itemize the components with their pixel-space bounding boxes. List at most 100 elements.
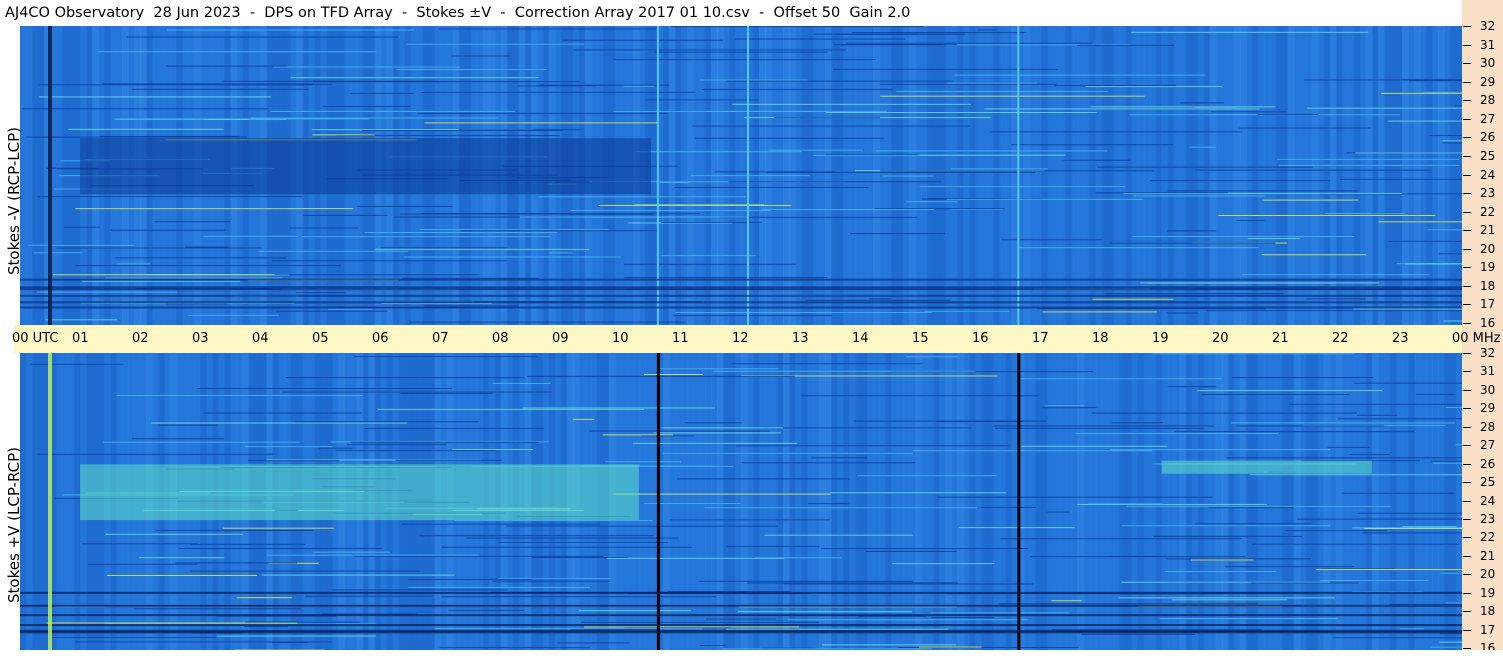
texture-streak (1279, 164, 1460, 166)
texture-streak (190, 543, 306, 545)
frequency-tick-label: 19 (1480, 260, 1496, 275)
texture-streak (930, 617, 995, 619)
texture-streak (1324, 212, 1405, 214)
texture-streak (1085, 86, 1223, 88)
texture-streak (924, 310, 1010, 312)
texture-streak (82, 280, 241, 282)
texture-streak (532, 556, 629, 558)
texture-streak (346, 444, 447, 446)
texture-streak (33, 252, 83, 254)
texture-streak (30, 363, 124, 365)
texture-streak (1196, 390, 1383, 392)
time-tick-label: 10 (612, 331, 629, 346)
texture-streak (203, 235, 299, 237)
texture-streak (1047, 511, 1070, 513)
texture-streak (905, 201, 958, 203)
texture-streak (116, 395, 363, 397)
texture-streak (1440, 633, 1462, 635)
texture-streak (440, 596, 716, 598)
texture-streak (821, 644, 957, 646)
texture-streak (290, 77, 539, 79)
frequency-tick-mark (1463, 81, 1471, 83)
texture-streak (222, 527, 334, 529)
texture-streak (1231, 422, 1456, 424)
texture-streak (38, 96, 272, 98)
texture-streak (1167, 386, 1217, 388)
texture-streak (699, 645, 726, 647)
texture-streak (1110, 449, 1330, 451)
frequency-tick-label: 19 (1480, 585, 1496, 600)
frequency-tick-mark (1463, 26, 1471, 27)
texture-streak (874, 208, 1005, 210)
frequency-tick-mark (1463, 248, 1471, 250)
texture-streak (151, 422, 408, 424)
texture-streak (1088, 503, 1164, 505)
texture-streak (1402, 526, 1457, 528)
texture-streak (783, 583, 1034, 585)
texture-streak (879, 83, 1057, 85)
texture-streak (37, 453, 273, 455)
texture-streak (644, 373, 703, 375)
frequency-tick-label: 23 (1480, 511, 1496, 526)
time-tick-label: 16 (972, 331, 989, 346)
texture-streak (768, 149, 863, 151)
texture-streak (36, 291, 177, 293)
frequency-tick-label: 17 (1480, 622, 1496, 637)
texture-streak (39, 84, 313, 86)
texture-streak (832, 68, 1058, 70)
frequency-tick-label: 18 (1480, 604, 1496, 619)
texture-streak (1399, 628, 1424, 630)
texture-streak (1235, 425, 1385, 427)
texture-streak (1133, 195, 1265, 197)
texture-streak (1118, 597, 1335, 599)
texture-streak (808, 503, 849, 505)
texture-streak (1247, 238, 1300, 240)
texture-streak (1262, 199, 1359, 201)
texture-streak (365, 427, 544, 429)
texture-streak (612, 493, 831, 495)
frequency-tick-mark (1463, 611, 1471, 613)
texture-streak (1431, 460, 1462, 462)
dark-horizontal-line (20, 614, 1462, 617)
texture-streak (166, 29, 415, 31)
texture-streak (285, 377, 525, 379)
texture-streak (1131, 31, 1369, 33)
texture-streak (461, 230, 657, 232)
texture-streak (1320, 580, 1429, 582)
texture-streak (882, 175, 934, 177)
spectrogram-top-plot (20, 26, 1462, 325)
frequency-tick-mark (1463, 574, 1471, 576)
texture-streak (1429, 135, 1462, 137)
texture-streak (332, 589, 508, 591)
texture-streak (880, 95, 1145, 97)
texture-streak (774, 117, 881, 119)
texture-streak (271, 260, 508, 262)
frequency-tick-mark (1463, 389, 1471, 391)
texture-streak (1400, 79, 1462, 81)
texture-streak (312, 134, 375, 136)
texture-streak (105, 533, 244, 535)
texture-streak (811, 457, 868, 459)
texture-streak (624, 277, 828, 279)
texture-streak (875, 150, 1108, 152)
texture-streak (522, 407, 716, 409)
texture-streak (841, 44, 943, 46)
frequency-tick-mark (1463, 193, 1471, 195)
texture-streak (1090, 106, 1276, 108)
texture-streak (289, 227, 358, 229)
texture-streak (654, 51, 828, 53)
texture-streak (154, 221, 231, 223)
texture-streak (439, 28, 657, 30)
bottom-panel-label: Stokes +V (LCP-RCP) (5, 447, 23, 603)
texture-streak (1362, 532, 1462, 534)
texture-streak (1442, 140, 1462, 142)
texture-streak (158, 424, 218, 426)
texture-streak (624, 263, 797, 265)
texture-streak (1224, 566, 1355, 568)
texture-streak (702, 88, 893, 90)
texture-streak (1210, 111, 1288, 113)
frequency-tick-label: 27 (1480, 111, 1496, 126)
texture-streak (984, 108, 1260, 110)
time-tick-label: 05 (312, 331, 329, 346)
texture-streak (1296, 518, 1462, 520)
